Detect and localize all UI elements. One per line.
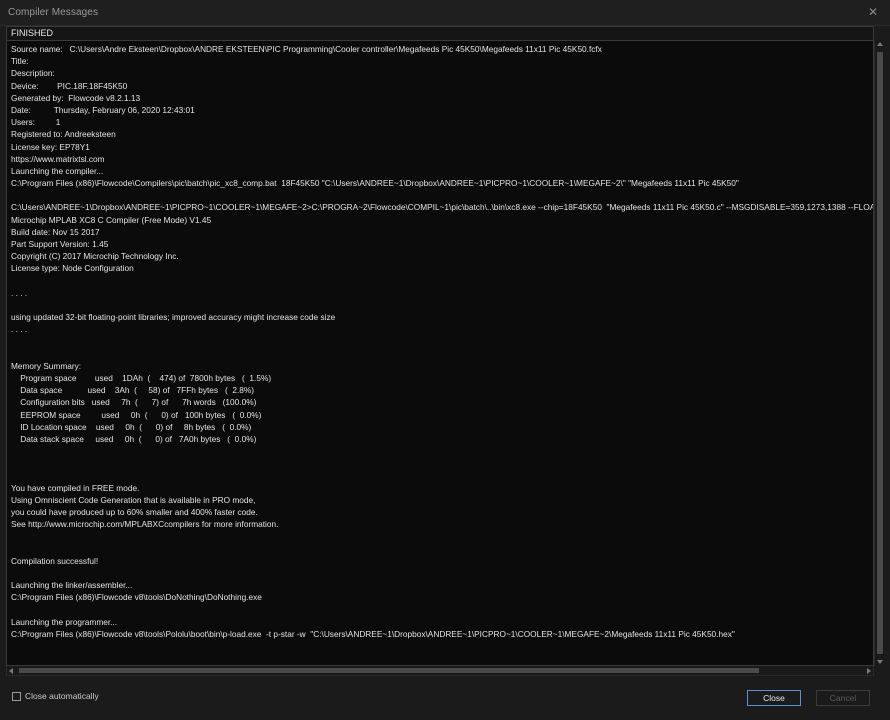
output-line: Copyright (C) 2017 Microchip Technology … — [11, 251, 179, 262]
output-line: Users: 1 — [11, 117, 61, 128]
output-line: Program space used 1DAh ( 474) of 7800h … — [11, 373, 272, 384]
output-line: C:\Users\ANDREE~1\Dropbox\ANDREE~1\PICPR… — [11, 202, 873, 213]
output-line: Data space used 3Ah ( 58) of 7FFh bytes … — [11, 385, 255, 396]
output-line: C:\Program Files (x86)\Flowcode v8\tools… — [11, 592, 262, 603]
output-line: . . . . — [11, 324, 28, 335]
output-line: EEPROM space used 0h ( 0) of 100h bytes … — [11, 409, 262, 420]
output-line: Source name: C:\Users\Andre Eksteen\Drop… — [11, 44, 602, 54]
close-automatically-option[interactable]: Close automatically — [12, 691, 99, 701]
output-line: using updated 32-bit floating-point libr… — [11, 312, 336, 323]
output-line: Launching the compiler... — [11, 165, 104, 176]
close-automatically-label[interactable]: Close automatically — [25, 691, 99, 701]
close-icon[interactable]: ✕ — [866, 5, 880, 19]
output-line: Title: — [11, 56, 29, 67]
output-line: Part Support Version: 1.45 — [11, 239, 109, 249]
output-line: Description: — [11, 68, 55, 79]
title-bar: Compiler Messages ✕ — [0, 0, 890, 26]
compiler-output[interactable]: Source name: C:\Users\Andre Eksteen\Drop… — [6, 40, 874, 666]
output-line: Device: PIC.18F.18F45K50 — [11, 80, 128, 91]
output-line: ID Location space used 0h ( 0) of 8h byt… — [11, 421, 252, 432]
scroll-up-icon[interactable] — [877, 42, 883, 46]
output-line: Generated by: Flowcode v8.2.1.13 — [11, 92, 141, 103]
output-line: https://www.matrixtsl.com — [11, 153, 105, 164]
output-line: License key: EP78Y1 — [11, 141, 90, 152]
output-line: Launching the linker/assembler... — [11, 580, 133, 591]
close-button[interactable]: Close — [747, 690, 801, 706]
cancel-button: Cancel — [816, 690, 870, 706]
output-line: Microchip MPLAB XC8 C Compiler (Free Mod… — [11, 214, 212, 225]
output-line: Memory Summary: — [11, 360, 82, 371]
output-lines: Source name: C:\Users\Andre Eksteen\Drop… — [11, 43, 873, 665]
output-line: See http://www.microchip.com/MPLABXCcomp… — [11, 519, 279, 530]
output-line: Data stack space used 0h ( 0) of 7A0h by… — [11, 434, 257, 444]
scroll-right-icon[interactable] — [867, 668, 871, 674]
output-line: Date: Thursday, February 06, 2020 12:43:… — [11, 104, 195, 115]
output-line: License type: Node Configuration — [11, 263, 134, 274]
vertical-scroll-thumb[interactable] — [877, 52, 883, 654]
output-line: . . . . — [11, 287, 28, 298]
horizontal-scroll-thumb[interactable] — [19, 668, 759, 673]
horizontal-scrollbar[interactable] — [6, 666, 874, 676]
scroll-left-icon[interactable] — [9, 668, 13, 674]
output-line: Registered to: Andreeksteen — [11, 129, 116, 140]
dialog-footer: Close automatically Close Cancel — [0, 676, 890, 720]
output-line: C:\Program Files (x86)\Flowcode\Compiler… — [11, 178, 739, 189]
output-line: C:\Program Files (x86)\Flowcode v8\tools… — [11, 629, 735, 639]
close-automatically-checkbox[interactable] — [12, 691, 21, 701]
output-line: You have compiled in FREE mode. — [11, 482, 140, 493]
output-line: Launching the programmer... — [11, 616, 118, 627]
scroll-down-icon[interactable] — [877, 660, 883, 664]
vertical-scrollbar[interactable] — [874, 40, 885, 666]
output-line: Compilation successful! — [11, 555, 99, 566]
status-header: FINISHED — [6, 26, 874, 40]
output-line: you could have produced up to 60% smalle… — [11, 507, 258, 518]
status-text: FINISHED — [11, 28, 54, 38]
output-line: Build date: Nov 15 2017 — [11, 226, 100, 237]
output-line: Configuration bits used 7h ( 7) of 7h wo… — [11, 397, 257, 408]
window-title: Compiler Messages — [8, 7, 99, 18]
output-line: Using Omniscient Code Generation that is… — [11, 494, 256, 505]
